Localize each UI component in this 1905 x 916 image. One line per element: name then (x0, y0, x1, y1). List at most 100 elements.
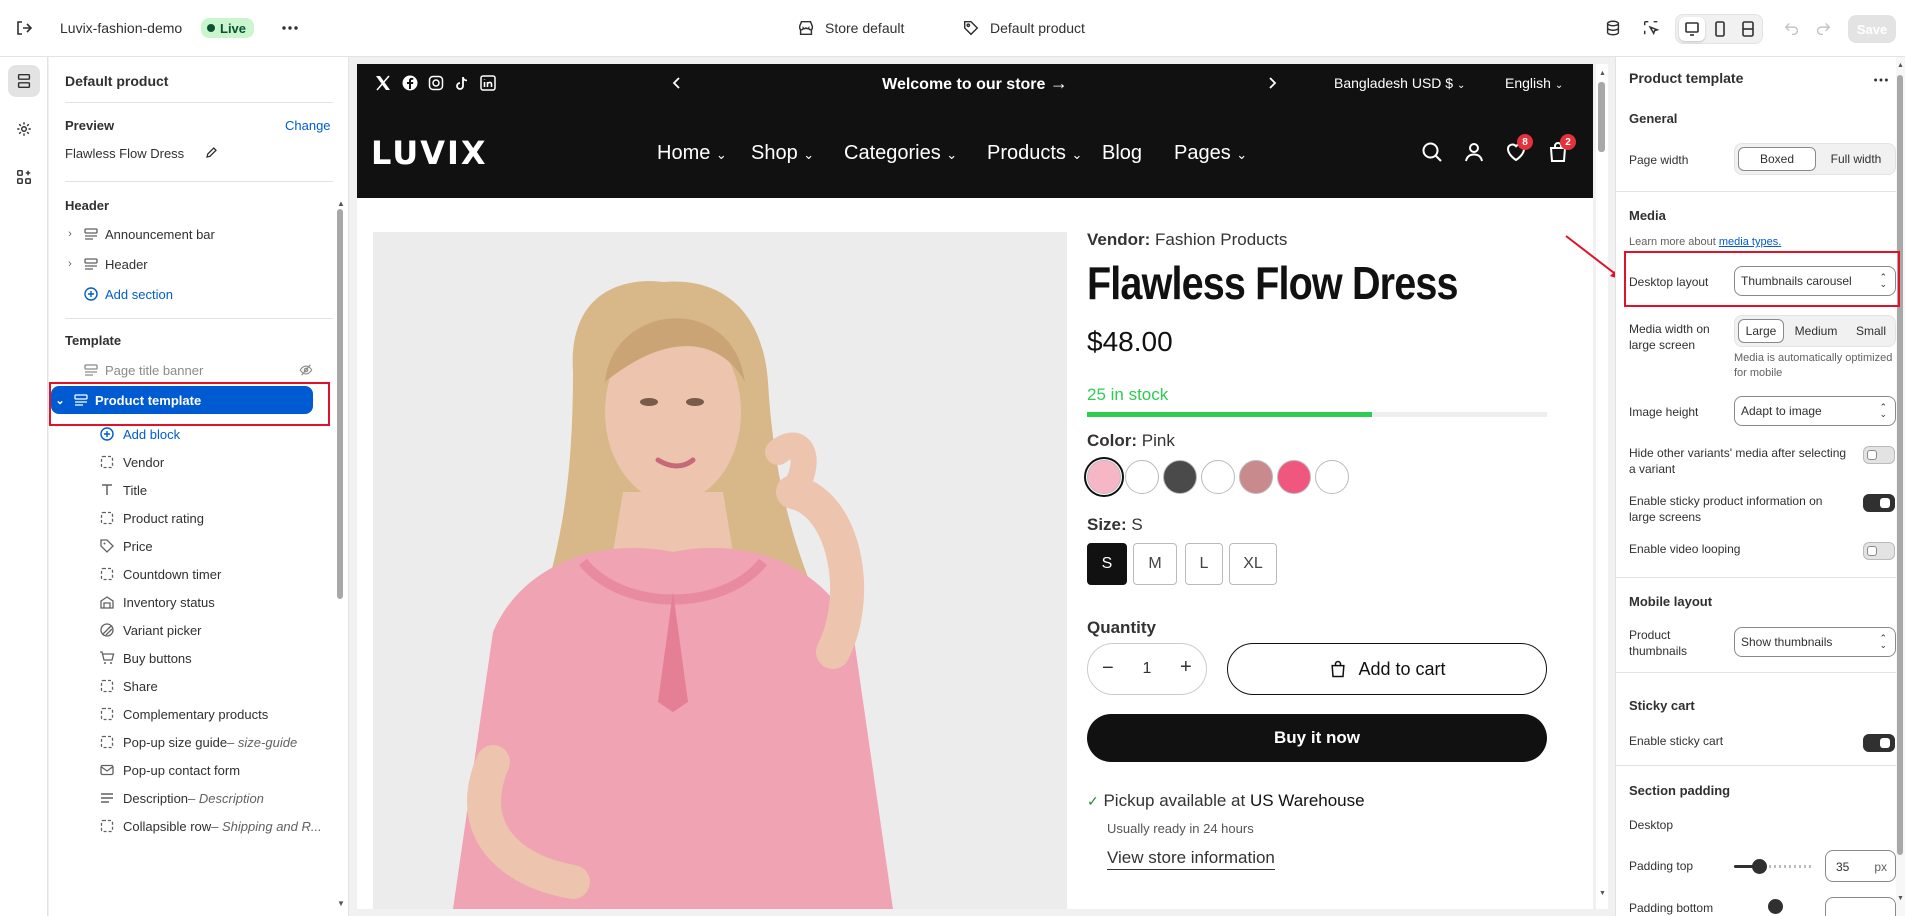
product-title: Flawless Flow Dress (1087, 257, 1458, 309)
settings-scroll-thumb[interactable] (1897, 75, 1903, 855)
size-option[interactable]: S (1087, 543, 1127, 585)
apps-rail-button[interactable] (8, 161, 40, 193)
padding-top-value: 35 (1836, 860, 1850, 874)
block-item[interactable]: Countdown timer (99, 560, 329, 588)
chevron-right-icon[interactable]: › (63, 228, 77, 240)
media-note: Media is automatically optimized for mob… (1734, 352, 1893, 379)
theme-selector[interactable]: Store default (825, 20, 904, 36)
preview-scrollbar[interactable]: ▲ ▼ (1596, 64, 1608, 909)
database-icon[interactable] (1604, 19, 1624, 39)
block-item[interactable]: Title (99, 476, 329, 504)
paragraph-icon (101, 793, 113, 803)
block-item[interactable]: Product rating (99, 504, 329, 532)
block-item[interactable]: Vendor (99, 448, 329, 476)
dashed-square-icon (100, 567, 114, 581)
block-item[interactable]: Inventory status (99, 588, 329, 616)
add-section-label: Add section (105, 286, 173, 302)
nav-item[interactable]: Products ⌄ (987, 142, 1082, 165)
color-swatch[interactable] (1201, 460, 1235, 494)
padding-top-slider[interactable] (1734, 859, 1812, 874)
undo-icon[interactable] (1783, 19, 1803, 39)
tree-item-page-title-banner[interactable]: Page title banner (61, 356, 323, 384)
mobile-view-button[interactable] (1707, 17, 1733, 41)
product-thumbnails-select[interactable]: Show thumbnails ⌃ ⌄ (1734, 627, 1896, 657)
panel-scroll-thumb[interactable] (337, 209, 343, 599)
add-to-cart-button[interactable]: Add to cart (1227, 643, 1547, 695)
more-icon[interactable] (1872, 71, 1890, 89)
more-icon[interactable] (280, 18, 300, 38)
color-swatch[interactable] (1084, 457, 1124, 497)
padding-bottom-slider-thumb[interactable] (1768, 899, 1783, 914)
padding-top-input[interactable]: 35 px (1825, 850, 1896, 882)
page-width-boxed-option[interactable]: Boxed (1738, 147, 1816, 171)
live-dot-icon (207, 24, 215, 32)
scroll-down-icon[interactable]: ▼ (337, 899, 345, 908)
divider (1616, 577, 1905, 578)
buy-now-button[interactable]: Buy it now (1087, 714, 1547, 762)
block-item[interactable]: Price (99, 532, 329, 560)
tree-item-header[interactable]: › Header (61, 250, 323, 278)
block-item[interactable]: Variant picker (99, 616, 329, 644)
nav-label: Products (987, 142, 1066, 164)
color-swatch[interactable] (1277, 460, 1311, 494)
padding-bottom-input[interactable] (1825, 897, 1896, 916)
video-loop-toggle[interactable] (1863, 542, 1895, 560)
plus-icon[interactable]: + (1180, 656, 1192, 679)
desktop-view-button[interactable] (1679, 17, 1705, 41)
block-item[interactable]: Pop-up size guide – size-guide (99, 728, 329, 756)
size-option[interactable]: XL (1229, 543, 1277, 585)
page-width-full-option[interactable]: Full width (1817, 147, 1895, 171)
color-swatch[interactable] (1163, 460, 1197, 494)
color-swatch[interactable] (1239, 460, 1273, 494)
block-item[interactable]: Description – Description (99, 784, 329, 812)
preview-scroll-thumb[interactable] (1598, 82, 1605, 152)
size-option[interactable]: L (1185, 543, 1223, 585)
vendor-value[interactable]: Fashion Products (1155, 230, 1287, 249)
size-line: Size: S (1087, 515, 1143, 535)
redo-icon[interactable] (1814, 19, 1834, 39)
sticky-cart-toggle[interactable] (1863, 734, 1895, 752)
image-height-select[interactable]: Adapt to image ⌃ ⌄ (1734, 396, 1896, 426)
change-preview-link[interactable]: Change (285, 118, 331, 133)
product-thumbnails-value: Show thumbnails (1741, 635, 1833, 649)
site-logo[interactable]: LUVIX (371, 134, 488, 172)
block-label: Buy buttons (123, 650, 192, 666)
block-item[interactable]: Collapsible row – Shipping and R... (99, 812, 329, 840)
media-width-small-option[interactable]: Small (1847, 319, 1895, 343)
sections-rail-button[interactable] (8, 65, 40, 97)
settings-scroll-track[interactable]: ▲ ▼ (1896, 57, 1905, 916)
inspector-icon[interactable] (1642, 19, 1662, 39)
fullscreen-view-button[interactable] (1735, 17, 1761, 41)
theme-settings-rail-button[interactable] (8, 113, 40, 145)
sticky-info-toggle[interactable] (1863, 494, 1895, 512)
block-item[interactable]: Buy buttons (99, 644, 329, 672)
eye-hidden-icon[interactable] (299, 363, 313, 377)
save-button[interactable]: Save (1848, 15, 1896, 43)
product-image[interactable] (373, 232, 1067, 909)
chevron-right-icon[interactable]: › (63, 258, 77, 270)
cart-icon (100, 651, 115, 664)
nav-item[interactable]: Categories ⌄ (844, 142, 957, 165)
exit-icon[interactable] (14, 18, 34, 38)
nav-item[interactable]: Shop ⌄ (751, 142, 814, 165)
block-item[interactable]: Share (99, 672, 329, 700)
view-store-information-link[interactable]: View store information (1107, 848, 1275, 870)
block-item[interactable]: Complementary products (99, 700, 329, 728)
size-option[interactable]: M (1133, 543, 1177, 585)
media-width-large-option[interactable]: Large (1738, 319, 1784, 343)
block-item[interactable]: Pop-up contact form (99, 756, 329, 784)
media-width-medium-option[interactable]: Medium (1787, 319, 1845, 343)
edit-icon[interactable] (204, 145, 219, 160)
color-swatch[interactable] (1315, 460, 1349, 494)
media-help-text: Learn more about media types. (1629, 236, 1782, 248)
tree-item-announcement-bar[interactable]: › Announcement bar (61, 220, 323, 248)
add-section-button[interactable]: Add section (61, 280, 323, 308)
nav-item[interactable]: Home ⌄ (657, 142, 727, 165)
color-swatch[interactable] (1125, 460, 1159, 494)
media-types-link[interactable]: media types. (1719, 236, 1781, 248)
block-label: Pop-up contact form (123, 762, 241, 778)
hide-variants-toggle[interactable] (1863, 446, 1895, 464)
template-selector[interactable]: Default product (990, 20, 1085, 36)
scroll-up-icon[interactable]: ▲ (337, 199, 345, 208)
slider-thumb[interactable] (1752, 859, 1767, 874)
